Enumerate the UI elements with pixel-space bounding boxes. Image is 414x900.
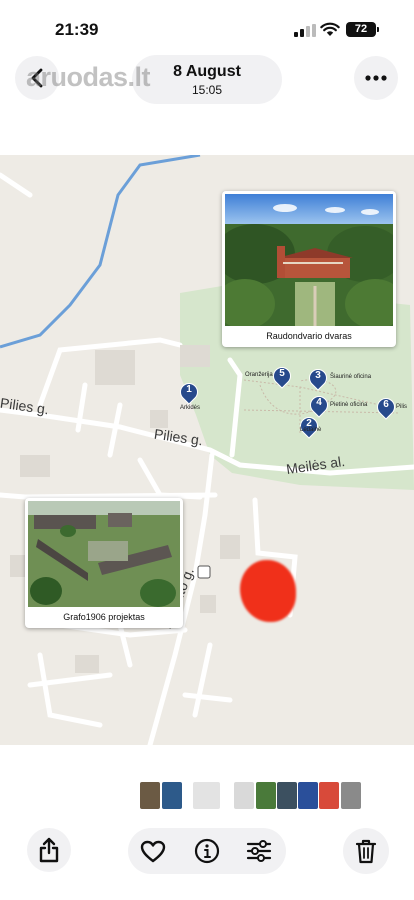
wifi-icon bbox=[320, 22, 340, 36]
map-pin: 4 bbox=[306, 392, 332, 418]
thumbnail[interactable] bbox=[256, 782, 276, 809]
adjust-button[interactable] bbox=[244, 836, 274, 866]
thumbnail[interactable] bbox=[319, 782, 339, 809]
ellipsis-icon bbox=[365, 75, 387, 81]
more-options-button[interactable] bbox=[354, 56, 398, 100]
share-icon bbox=[39, 837, 59, 863]
thumbnail[interactable] bbox=[277, 782, 297, 809]
card-caption-manor: Raudondvario dvaras bbox=[266, 331, 352, 341]
heart-icon bbox=[140, 840, 166, 862]
photo-actions-bar bbox=[128, 828, 286, 874]
poi-label: Pietinė oficina bbox=[330, 402, 368, 408]
thumbnail[interactable] bbox=[193, 782, 220, 809]
status-bar: 21:39 72 bbox=[0, 0, 414, 54]
thumbnail[interactable] bbox=[234, 782, 254, 809]
info-button[interactable] bbox=[192, 836, 222, 866]
project-render-photo bbox=[28, 501, 180, 607]
poi-label: Šiaurinė oficina bbox=[330, 374, 372, 380]
thumbnail[interactable] bbox=[162, 782, 182, 809]
photo-card-project: Grafo1906 projektas bbox=[25, 498, 183, 628]
watermark-logo: aruodas.lt bbox=[26, 62, 151, 92]
photo-time: 15:05 bbox=[191, 83, 223, 97]
poi-label: Oranžerija bbox=[245, 372, 273, 378]
cellular-signal-icon bbox=[294, 24, 316, 37]
manor-photo bbox=[225, 194, 393, 326]
map-pin: 5 bbox=[269, 363, 295, 389]
thumbnail[interactable] bbox=[140, 782, 160, 809]
thumbnail-strip[interactable] bbox=[0, 782, 414, 810]
photo-date: 8 August bbox=[173, 63, 241, 80]
map-pin: 1 bbox=[176, 379, 202, 405]
map-pin: 6 bbox=[373, 394, 399, 420]
map-image[interactable]: Pilies g. Pilies g. Meilės al. Instituto… bbox=[0, 155, 414, 745]
photo-card-manor: Raudondvario dvaras bbox=[222, 191, 396, 347]
delete-button[interactable] bbox=[343, 828, 389, 874]
poi-label: Pilis bbox=[396, 404, 408, 410]
poi-label: Arkidės bbox=[180, 405, 201, 411]
favorite-button[interactable] bbox=[138, 836, 168, 866]
sliders-icon bbox=[246, 840, 272, 862]
map-pin: 3 bbox=[305, 365, 331, 391]
poi-label: Ledainė bbox=[300, 427, 322, 433]
thumbnail[interactable] bbox=[341, 782, 361, 809]
status-time: 21:39 bbox=[55, 20, 99, 39]
thumbnail[interactable] bbox=[298, 782, 318, 809]
card-caption-project: Grafo1906 projektas bbox=[63, 612, 145, 622]
location-marker bbox=[240, 560, 296, 622]
photo-date-title[interactable]: 8 August 15:05 bbox=[132, 55, 282, 104]
info-icon bbox=[194, 838, 220, 864]
trash-icon bbox=[355, 839, 377, 864]
battery-icon: 72 bbox=[346, 22, 379, 37]
share-button[interactable] bbox=[27, 828, 71, 872]
